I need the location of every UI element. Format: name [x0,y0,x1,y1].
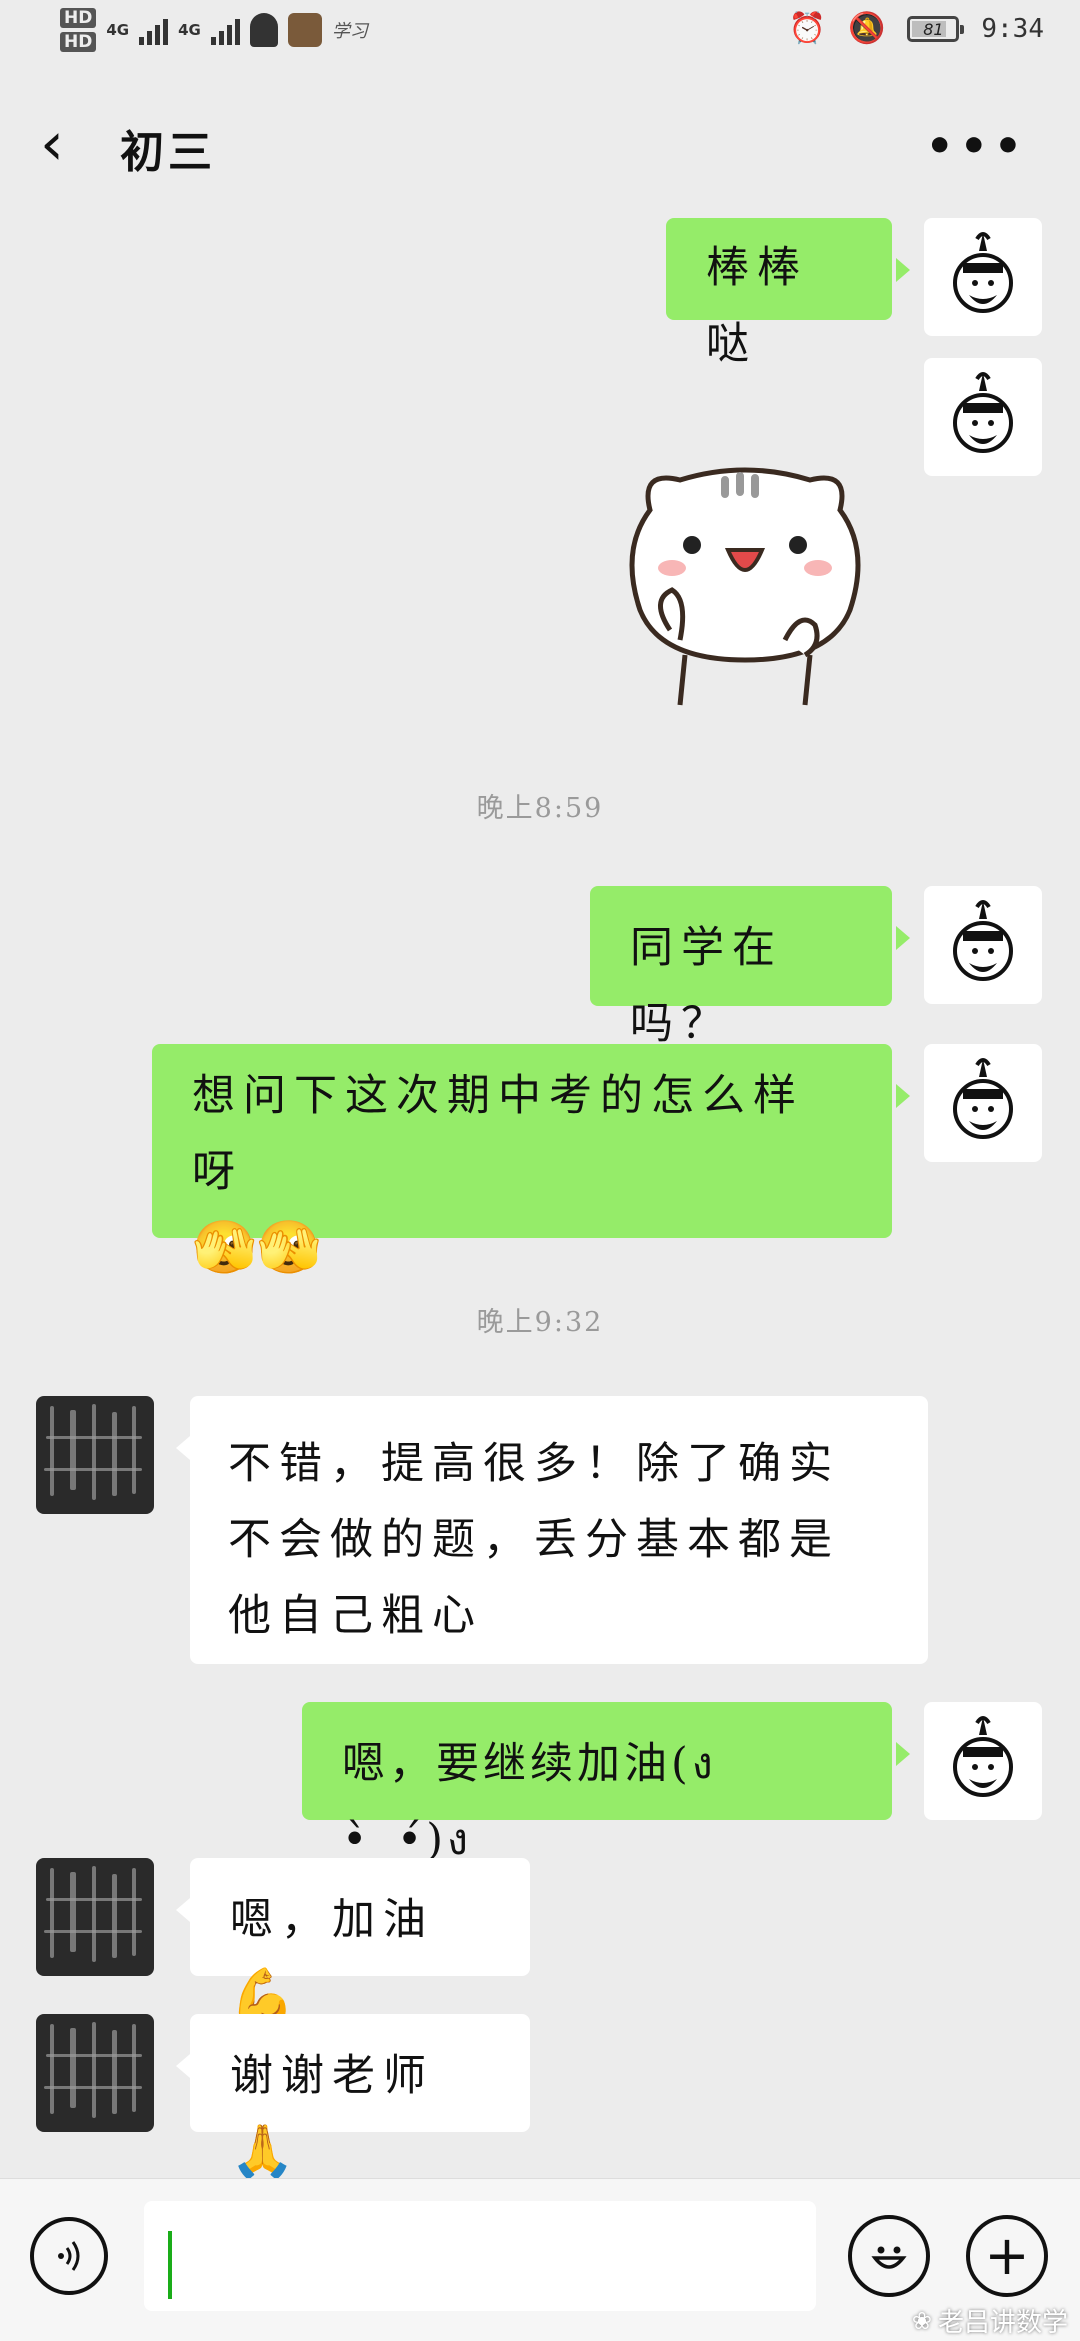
status-bar: HD HD 4G 4G 学习 ⏰ 🔕 81 9:34 [0,0,1080,72]
contact-avatar[interactable] [36,2014,154,2132]
more-icon[interactable]: ••• [926,125,1028,169]
battery-level: 81 [923,19,944,39]
network1-label: 4G [106,21,130,39]
cartoon-avatar-icon [953,1058,1013,1139]
cartoon-avatar-icon [953,232,1013,313]
signal2-icon [210,15,240,45]
watermark-text: 老吕讲数学 [937,2308,1068,2338]
voice-icon[interactable] [30,2217,108,2295]
my-avatar[interactable] [924,1702,1042,1820]
contact-avatar[interactable] [36,1396,154,1514]
cat-sticker-icon [629,467,861,706]
message-bubble[interactable]: 棒棒哒 [666,218,910,369]
message-text: 棒棒哒 [706,243,808,369]
message-text: 同学在吗？ [630,923,783,1049]
status-right: ⏰ 🔕 81 9:34 [788,11,1044,46]
message-bubble[interactable]: 不错，提高很多！除了确实不会做的题，丢分基本都是他自己粗心 [176,1396,928,1664]
my-avatar[interactable] [924,1044,1042,1162]
folded-hands-emoji: 🙏 [230,2122,295,2182]
message-bubble[interactable]: 嗯，加油💪 [176,1858,530,2026]
emoji-icon[interactable] [848,2215,930,2297]
timestamp: 晚上8:59 [476,793,604,824]
hd-indicator: HD HD [60,8,97,52]
alarm-icon: ⏰ [788,11,827,46]
status-left: HD HD 4G 4G 学习 [60,8,368,52]
peek-emoji: 🫣🫣 [192,1218,322,1278]
voice-waves-icon [58,2241,80,2271]
smiley-face-icon [871,2246,907,2269]
message-text: 嗯，加油 [230,1895,434,1945]
back-icon[interactable]: ‹ [40,114,80,176]
my-avatar[interactable] [924,358,1042,476]
cartoon-avatar-icon [953,372,1013,453]
my-avatar[interactable] [924,218,1042,336]
network2-label: 4G [178,21,201,39]
app-notification-icon [287,13,322,47]
chat-title: 初三 [120,127,216,178]
hd2-label: HD [60,32,97,52]
hd1-label: HD [60,8,97,28]
contact-avatar[interactable] [36,1858,154,1976]
cartoon-avatar-icon [953,900,1013,981]
text-cursor [168,2231,172,2299]
message-text: 谢谢老师 [230,2051,434,2101]
message-bubble[interactable]: 想问下这次期中考的怎么样呀 🫣🫣 [152,1044,910,1278]
watermark: ❀ 老吕讲数学 [912,2302,1068,2339]
qq-icon [249,13,278,47]
message-input[interactable] [144,2201,816,2311]
plus-icon[interactable]: + [966,2215,1048,2297]
notification-small-text: 学习 [331,21,368,42]
message-text: 不错，提高很多！除了确实不会做的题，丢分基本都是他自己粗心 [228,1439,840,1641]
message-bubble[interactable]: 嗯，要继续加油(ง •̀_•́)ง [302,1702,910,1865]
battery-icon: 81 [907,16,965,42]
chat-header: ‹ 初三 ••• [0,72,1080,222]
my-avatar[interactable] [924,886,1042,1004]
signal1-icon [139,15,169,45]
message-bubble[interactable]: 谢谢老师 🙏 [176,2014,530,2182]
cartoon-avatar-icon [953,1716,1013,1797]
message-text: 嗯，要继续加油(ง •̀_•́)ง [342,1739,717,1865]
notifications-off-icon: 🔕 [848,11,886,46]
white-cat-sticker[interactable] [610,450,880,724]
message-bubble[interactable]: 同学在吗？ [590,886,910,1049]
timestamp: 晚上9:32 [476,1307,604,1338]
message-text: 想问下这次期中考的怎么样呀 [192,1071,804,1197]
clock: 9:34 [981,14,1044,44]
wechat-official-account-icon: ❀ [911,2306,932,2335]
